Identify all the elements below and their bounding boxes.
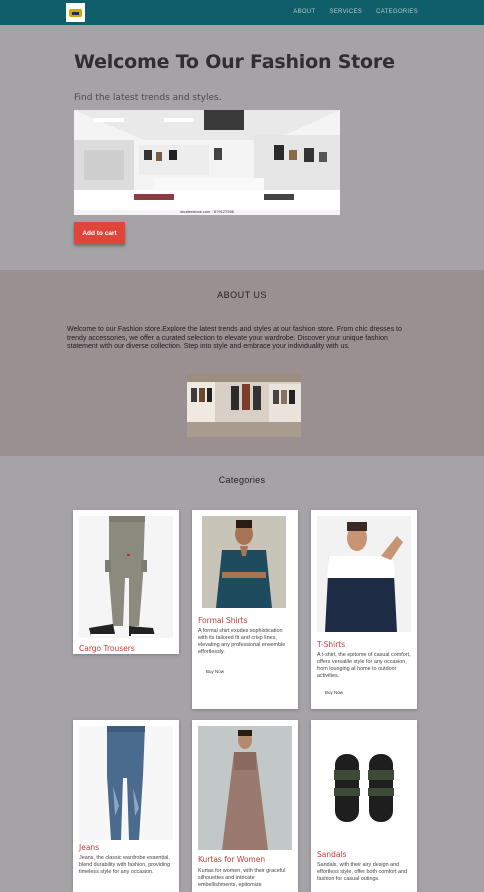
logo[interactable]	[66, 3, 85, 22]
hero-title: Welcome To Our Fashion Store	[74, 51, 395, 73]
buy-now-button[interactable]: Buy Now	[317, 687, 351, 697]
category-description: Sandals, with their airy design and effo…	[317, 862, 407, 882]
category-name: Cargo Trousers	[79, 644, 135, 653]
category-description: Kurtas for women, with their graceful si…	[198, 868, 286, 888]
category-card-sandals[interactable]: Sandals Sandals, with their airy design …	[311, 720, 417, 892]
category-name: Kurtas for Women	[198, 855, 266, 864]
cargo-trousers-image	[79, 516, 173, 638]
hero-image: shutterstock.com · 679127956	[74, 110, 340, 215]
add-to-cart-button[interactable]: Add to cart	[74, 222, 125, 244]
nav-links: ABOUT SERVICES CATEGORIES	[293, 9, 418, 15]
hero-subtitle: Find the latest trends and styles.	[74, 93, 222, 103]
category-name: Sandals	[317, 850, 347, 859]
navbar: ABOUT SERVICES CATEGORIES	[0, 0, 484, 25]
buy-now-button[interactable]: Buy Now	[198, 666, 232, 676]
category-name: Formal Shirts	[198, 616, 248, 625]
jeans-image	[79, 726, 173, 840]
category-description: A formal shirt exudes sophistication wit…	[198, 628, 286, 655]
category-name: Jeans	[79, 843, 100, 852]
hero-image-caption: shutterstock.com · 679127956	[180, 209, 234, 214]
category-card-cargo-trousers[interactable]: Cargo Trousers	[73, 510, 179, 654]
category-card-kurtas-for-women[interactable]: Kurtas for Women Kurtas for women, with …	[192, 720, 298, 892]
about-image	[187, 374, 301, 437]
t-shirts-image	[317, 516, 411, 632]
sandals-image	[317, 726, 411, 844]
about-text: Welcome to our Fashion store.Explore the…	[67, 326, 402, 351]
category-description: Jeans, the classic wardrobe essential, b…	[79, 855, 171, 875]
category-card-jeans[interactable]: Jeans Jeans, the classic wardrobe essent…	[73, 720, 179, 892]
category-name: T-Shirts	[317, 640, 346, 649]
nav-link-services[interactable]: SERVICES	[329, 9, 362, 15]
logo-icon	[69, 8, 82, 17]
about-section: ABOUT US Welcome to our Fashion store.Ex…	[0, 270, 484, 456]
category-card-t-shirts[interactable]: T-Shirts A t-shirt, the epitome of casua…	[311, 510, 417, 709]
kurtas-image	[198, 726, 292, 850]
about-title: ABOUT US	[217, 290, 267, 300]
nav-link-categories[interactable]: CATEGORIES	[376, 9, 418, 15]
categories-title: Categories	[218, 475, 266, 485]
nav-link-about[interactable]: ABOUT	[293, 9, 315, 15]
formal-shirts-image	[202, 516, 286, 608]
category-card-formal-shirts[interactable]: Formal Shirts A formal shirt exudes soph…	[192, 510, 298, 709]
categories-section: Categories Cargo Trousers Formal Shirts …	[0, 456, 484, 892]
hero-section: Welcome To Our Fashion Store Find the la…	[0, 25, 484, 270]
category-description: A t-shirt, the epitome of casual comfort…	[317, 652, 411, 679]
